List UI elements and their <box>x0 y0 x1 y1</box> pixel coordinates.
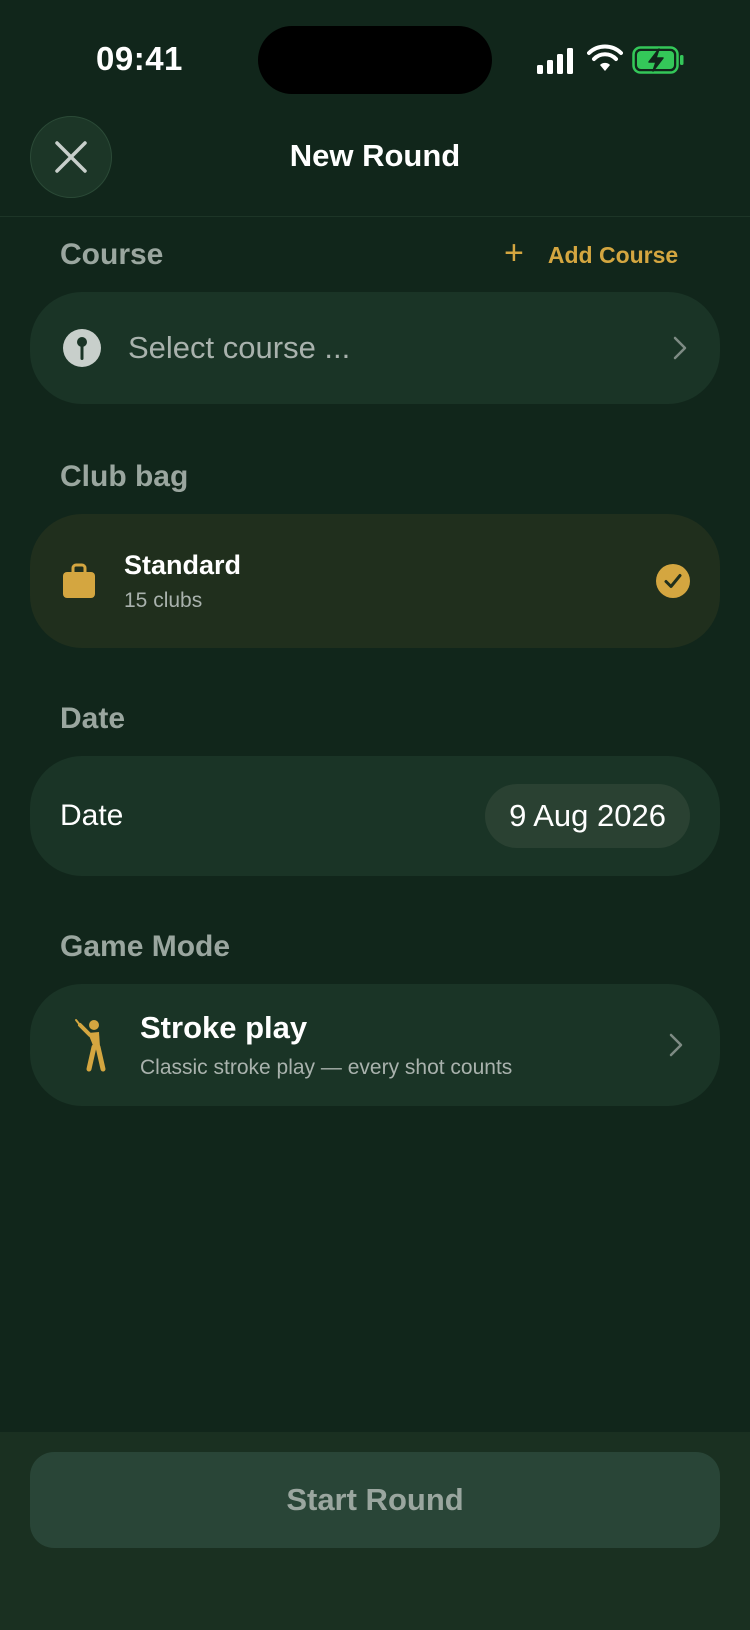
checkmark-icon <box>656 564 690 598</box>
flag-pin-icon <box>63 329 101 367</box>
battery-icon <box>632 46 684 74</box>
game-mode-description: Classic stroke play — every shot counts <box>140 1056 513 1079</box>
header-divider <box>0 216 750 217</box>
start-round-button[interactable]: Start Round <box>30 1452 720 1548</box>
page-title: New Round <box>289 138 461 173</box>
plus-icon: + <box>504 234 524 272</box>
course-section-label: Course <box>60 238 164 271</box>
date-picker-button[interactable]: 9 Aug 2026 <box>485 784 690 848</box>
game-mode-row[interactable]: Stroke play Classic stroke play — every … <box>30 984 720 1106</box>
add-course-label: Add Course <box>547 241 679 268</box>
course-select-placeholder: Select course ... <box>128 330 351 365</box>
signal-icon <box>537 48 573 74</box>
dynamic-island <box>258 26 492 94</box>
date-row-label: Date <box>60 799 124 832</box>
date-section-label: Date <box>60 702 126 735</box>
bag-icon <box>63 563 95 598</box>
game-mode-name: Stroke play <box>140 1010 308 1045</box>
course-select-row[interactable]: Select course ... <box>30 292 720 404</box>
chevron-right-icon <box>673 336 687 360</box>
bag-detail: 15 clubs <box>124 588 203 612</box>
golfer-icon <box>75 1019 106 1072</box>
bag-name: Standard <box>124 549 242 580</box>
wifi-icon <box>587 44 623 71</box>
add-course-button[interactable]: + Add Course <box>504 236 679 270</box>
status-time: 09:41 <box>96 40 183 77</box>
date-row: Date 9 Aug 2026 <box>30 756 720 876</box>
chevron-right-icon <box>669 1033 683 1057</box>
club-bag-row[interactable]: Standard 15 clubs <box>30 514 720 648</box>
game-mode-section-label: Game Mode <box>60 930 231 963</box>
club-bag-section-label: Club bag <box>60 460 189 493</box>
